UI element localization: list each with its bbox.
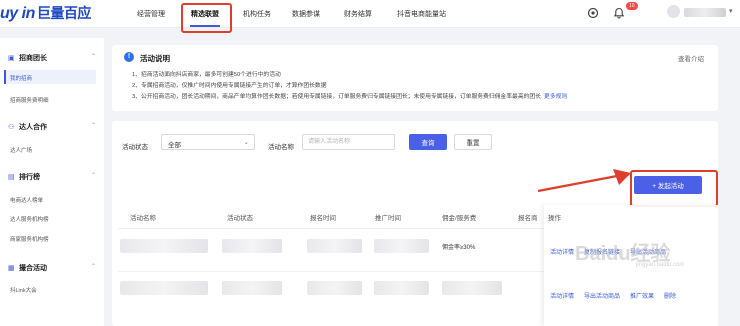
logo-text: uy in <box>0 5 35 22</box>
redacted-cell <box>442 281 502 295</box>
watermark-url: jingyan.baidu.com <box>636 262 685 268</box>
reset-button[interactable]: 重置 <box>454 134 492 150</box>
activity-detail-link[interactable]: 活动详情 <box>550 291 574 300</box>
sidebar-group-talent[interactable]: ⚇ 达人合作 <box>8 122 47 132</box>
sidebar: ▣ 招商团长 ⌃ 我的招商 招商服务费明细 ⚇ 达人合作 ⌃ 达人广场 ▤ 排行榜 ⌃… <box>0 38 104 326</box>
sidebar-item-fee-detail[interactable]: 招商服务费明细 <box>10 96 49 104</box>
redacted-cell <box>374 239 429 253</box>
handshake-icon: ⚇ <box>8 124 15 131</box>
match-icon: ▦ <box>8 265 15 272</box>
nav-item-data[interactable]: 数据参谋 <box>292 9 320 19</box>
redacted-cell <box>120 239 208 253</box>
sidebar-item-my-recruit[interactable]: 我的招商 <box>10 74 32 82</box>
launch-activity-button[interactable]: + 发起活动 <box>634 176 702 194</box>
chevron-down-icon: ⌄ <box>243 139 249 146</box>
chevron-up-icon[interactable]: ⌃ <box>91 172 96 179</box>
notice-title: 活动说明 <box>140 54 170 63</box>
brand-logo[interactable]: uy in 巨量百应 <box>0 3 91 23</box>
sidebar-item-link-conference[interactable]: 抖Link大会 <box>10 286 37 294</box>
activity-name-input[interactable] <box>302 134 395 150</box>
user-group-icon: ▣ <box>8 55 15 62</box>
nav-highlight-annotation <box>181 3 232 33</box>
nav-item-finance[interactable]: 财务结算 <box>344 9 372 19</box>
commission-cell: 佣金率≥30% <box>442 245 476 251</box>
nav-item-energy-station[interactable]: 抖音电商能量站 <box>397 9 446 19</box>
chevron-up-icon[interactable]: ⌃ <box>91 122 96 129</box>
activity-notice-card: ! 活动说明 查看介绍 1、招商活动面向抖店商家，最多可创建50个进行中的活动 … <box>112 45 718 111</box>
column-header-name: 活动名称 <box>130 215 156 222</box>
export-products-link[interactable]: 导出活动商品 <box>584 291 620 300</box>
query-button[interactable]: 查询 <box>409 134 447 150</box>
activity-detail-link[interactable]: 活动详情 <box>550 247 574 256</box>
sidebar-group-recruit[interactable]: ▣ 招商团长 <box>8 53 47 63</box>
view-intro-link[interactable]: 查看介绍 <box>678 53 704 63</box>
name-filter-label: 活动名称 <box>268 144 294 151</box>
sidebar-group-label: 达人合作 <box>19 124 47 131</box>
column-header-status: 活动状态 <box>227 215 253 222</box>
notice-line: 2、专属招商活动，仅推广时间内使用专属链接产生的订单，才算作团长数据 <box>132 83 327 89</box>
nav-item-business[interactable]: 经营管理 <box>137 9 165 19</box>
redacted-cell <box>307 281 362 295</box>
redacted-cell <box>120 281 208 295</box>
column-header-signup-merchants: 报名商 <box>518 215 538 222</box>
sidebar-group-match[interactable]: ▦ 撮合活动 <box>8 263 47 273</box>
sidebar-group-ranking[interactable]: ▤ 排行榜 <box>8 172 40 182</box>
sidebar-item-talent-square[interactable]: 达人广场 <box>10 146 32 154</box>
notice-line: 3、公开招商活动，团长活动期间，商品产单均算作团长数据；若使用专属链接，订单服务… <box>132 91 567 100</box>
annotation-arrow <box>537 169 631 193</box>
sidebar-active-bar <box>4 70 6 84</box>
sidebar-item-merchant-org-rank[interactable]: 商家服务机构榜 <box>10 235 49 243</box>
sidebar-group-label: 排行榜 <box>19 174 40 181</box>
user-icon[interactable] <box>667 5 680 18</box>
notice-line-text: 3、公开招商活动，团长活动期间，商品产单均算作团长数据；若使用专属链接，订单服务… <box>132 94 542 100</box>
logo-cn: 巨量百应 <box>36 5 92 21</box>
username-redacted[interactable] <box>684 8 726 17</box>
nav-item-org-task[interactable]: 机构任务 <box>243 9 271 19</box>
sidebar-item-talent-org-rank[interactable]: 达人服务机构榜 <box>10 215 49 223</box>
top-navigation-bar: uy in 巨量百应 经营管理 精选联盟 机构任务 数据参谋 财务结算 抖音电商能… <box>0 0 740 28</box>
notice-line: 1、招商活动面向抖店商家，最多可创建50个进行中的活动 <box>132 72 281 78</box>
status-select[interactable]: 全部 ⌄ <box>161 134 255 150</box>
column-header-actions: 操作 <box>548 215 561 222</box>
status-filter-label: 活动状态 <box>122 144 148 151</box>
bell-icon[interactable] <box>613 7 625 19</box>
more-rules-link[interactable]: 更多规则 <box>544 94 567 100</box>
chevron-down-icon[interactable]: ▾ <box>729 7 733 15</box>
sidebar-group-label: 招商团长 <box>19 55 47 62</box>
notification-badge: 10 <box>626 2 638 10</box>
column-header-signup-time: 报名时间 <box>310 215 336 222</box>
redacted-cell <box>222 239 282 253</box>
ranking-icon: ▤ <box>8 174 15 181</box>
target-icon[interactable] <box>587 7 599 19</box>
redacted-cell <box>374 281 429 295</box>
redacted-cell <box>307 239 362 253</box>
activity-list-card: 活动状态 全部 ⌄ 活动名称 查询 重置 + 发起活动 活动名称 活动状态 报名… <box>112 121 718 326</box>
chevron-up-icon[interactable]: ⌃ <box>91 53 96 60</box>
chevron-up-icon[interactable]: ⌃ <box>91 263 96 270</box>
promo-effect-link[interactable]: 推广效果 <box>630 291 654 300</box>
delete-link[interactable]: 删除 <box>664 291 676 300</box>
info-icon: ! <box>124 52 134 62</box>
status-select-value: 全部 <box>168 142 181 149</box>
redacted-cell <box>222 281 282 295</box>
column-header-promo-time: 推广时间 <box>375 215 401 222</box>
column-header-commission: 佣金/服务费 <box>442 215 477 222</box>
sidebar-item-talent-rank[interactable]: 电商达人榜单 <box>10 196 43 204</box>
sidebar-group-label: 撮合活动 <box>19 265 47 272</box>
